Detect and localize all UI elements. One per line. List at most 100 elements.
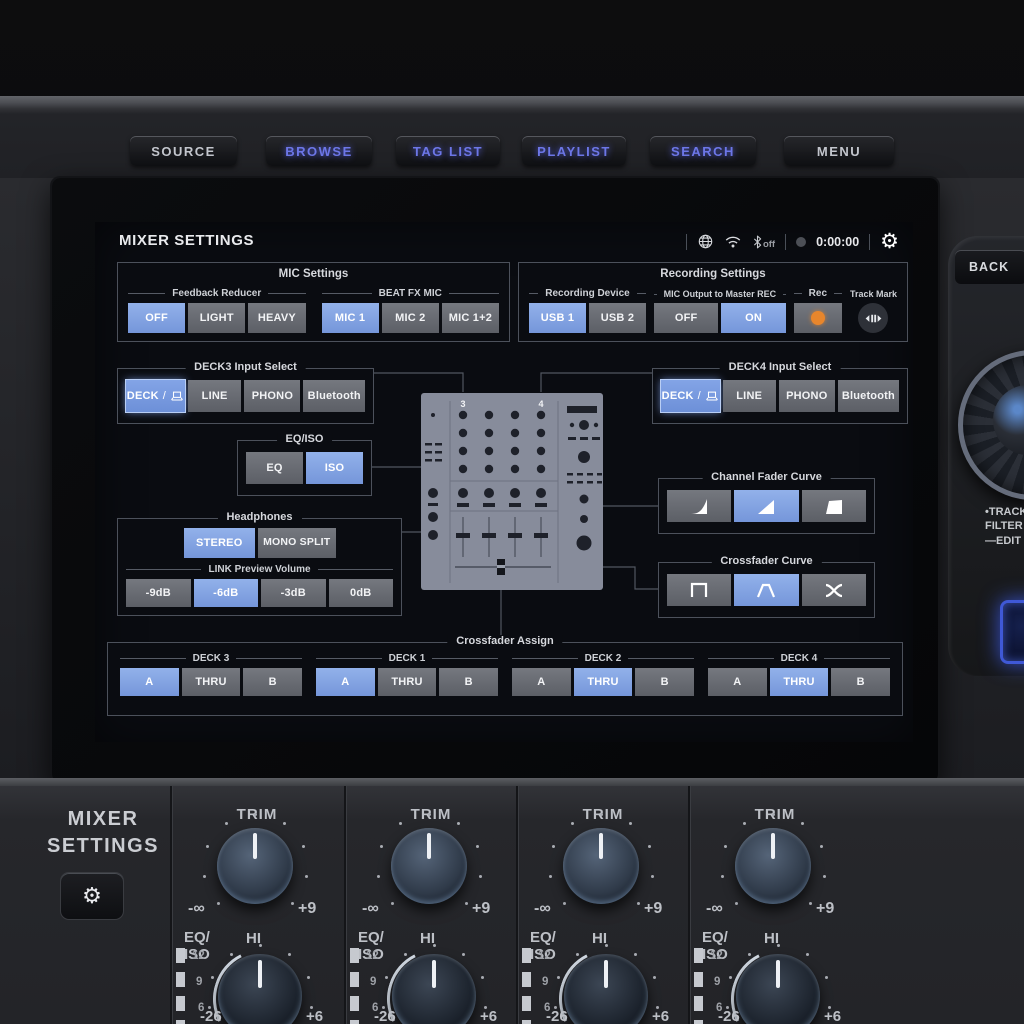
deck3-phono-button[interactable]: PHONO xyxy=(244,380,301,412)
link-vol-0db-button[interactable]: 0dB xyxy=(328,579,393,607)
divider xyxy=(685,233,687,250)
feedback-heavy-button[interactable]: HEAVY xyxy=(248,303,306,333)
fader-curve-fast-button[interactable] xyxy=(801,490,866,522)
back-button[interactable]: BACK xyxy=(955,250,1024,284)
slash: / xyxy=(162,389,167,402)
deck3-bluetooth-button[interactable]: Bluetooth xyxy=(303,380,365,412)
hi-label: HI xyxy=(420,930,435,947)
deck3-deck-button[interactable]: DECK / xyxy=(126,380,185,412)
deck3-line-button[interactable]: LINE xyxy=(187,380,242,412)
source-button[interactable]: SOURCE xyxy=(130,136,237,166)
trim-min-label: -∞ xyxy=(534,900,551,917)
xfader-curve-square-button[interactable] xyxy=(667,574,732,606)
panel-edge xyxy=(0,778,1024,786)
deck3-assign-a-button[interactable]: A xyxy=(120,668,179,696)
panel-title: Headphones xyxy=(217,511,302,523)
deck4-assign-b-button[interactable]: B xyxy=(831,668,891,696)
fader-curve-slow-button[interactable] xyxy=(667,490,732,522)
trim-min-label: -∞ xyxy=(362,900,379,917)
meter-scale-9: 9 xyxy=(714,976,721,988)
group-label: Recording Device xyxy=(529,288,646,299)
hi-label: HI xyxy=(764,930,779,947)
rec-device-usb2-button[interactable]: USB 2 xyxy=(588,303,646,333)
meter-scale-9: 9 xyxy=(542,976,549,988)
link-vol-3db-button[interactable]: -3dB xyxy=(261,579,326,607)
deck2-assign-thru-button[interactable]: THRU xyxy=(573,668,633,696)
linear-curve-icon xyxy=(758,500,775,514)
bluetooth-indicator: off xyxy=(752,234,775,250)
deck1-assign-b-button[interactable]: B xyxy=(439,668,499,696)
feedback-off-button[interactable]: OFF xyxy=(128,303,186,333)
panel-title: MIC Settings xyxy=(278,268,349,280)
group-label: DECK 3 xyxy=(120,653,302,664)
link-vol-9db-button[interactable]: -9dB xyxy=(126,579,191,607)
rec-button[interactable] xyxy=(793,303,842,333)
settings-gear-icon[interactable]: ⚙ xyxy=(880,231,899,252)
trim-knob[interactable] xyxy=(735,828,811,904)
feedback-light-button[interactable]: LIGHT xyxy=(188,303,246,333)
search-button[interactable]: SEARCH xyxy=(650,136,756,166)
xfader-curve-cross-button[interactable] xyxy=(801,574,866,606)
touchscreen: MIXER SETTINGS off 0:00:00 ⚙ MIC Setting… xyxy=(95,222,913,742)
screen-header: MIXER SETTINGS off 0:00:00 ⚙ xyxy=(95,222,913,258)
channel-4-label: 4 xyxy=(538,399,543,409)
panel-title: Channel Fader Curve xyxy=(702,471,831,483)
mono-split-button[interactable]: MONO SPLIT xyxy=(257,528,336,558)
wifi-icon xyxy=(725,236,741,248)
beatfx-mic12-button[interactable]: MIC 1+2 xyxy=(441,303,500,333)
trim-knob[interactable] xyxy=(217,828,293,904)
trim-min-label: -∞ xyxy=(706,900,723,917)
level-meter xyxy=(522,948,531,1024)
meter-scale-12: 12 xyxy=(538,950,551,962)
deck2-assign-a-button[interactable]: A xyxy=(512,668,571,696)
page-title: MIXER SETTINGS xyxy=(119,232,255,249)
deck1-assign-thru-button[interactable]: THRU xyxy=(377,668,437,696)
deck3-assign-b-button[interactable]: B xyxy=(243,668,303,696)
divider xyxy=(785,233,787,250)
crossfader-assign-panel: Crossfader Assign DECK 3 A THRU B DECK 1… xyxy=(107,635,903,716)
hi-label: HI xyxy=(592,930,607,947)
meter-scale-9: 9 xyxy=(370,976,377,988)
xfader-curve-trapezoid-button[interactable] xyxy=(734,574,799,606)
stereo-button[interactable]: STEREO xyxy=(184,528,255,558)
browse-button[interactable]: BROWSE xyxy=(266,136,372,166)
link-vol-6db-button[interactable]: -6dB xyxy=(193,579,258,607)
deck4-assign-thru-button[interactable]: THRU xyxy=(769,668,829,696)
crossfader[interactable] xyxy=(497,559,505,575)
deck4-phono-button[interactable]: PHONO xyxy=(778,380,835,412)
iso-button[interactable]: ISO xyxy=(306,452,363,484)
eq-max-label: +6 xyxy=(306,1008,324,1024)
group-label: Rec xyxy=(793,288,842,299)
fader-curve-linear-button[interactable] xyxy=(734,490,799,522)
trim-max-label: +9 xyxy=(644,900,663,917)
rec-device-usb1-button[interactable]: USB 1 xyxy=(529,303,586,333)
deck4-assign-a-button[interactable]: A xyxy=(708,668,767,696)
deck2-assign-b-button[interactable]: B xyxy=(635,668,695,696)
menu-button[interactable]: MENU xyxy=(784,136,894,166)
beatfx-mic2-button[interactable]: MIC 2 xyxy=(381,303,439,333)
deck3-assign-thru-button[interactable]: THRU xyxy=(181,668,241,696)
fast-curve-icon xyxy=(825,500,842,514)
deck4-deck-button[interactable]: DECK / xyxy=(661,380,720,412)
beatfx-mic1-button[interactable]: MIC 1 xyxy=(321,303,379,333)
crossfader-curve-panel: Crossfader Curve xyxy=(658,555,875,618)
eq-min-label: -26 xyxy=(718,1008,740,1024)
shortcut-glow-button[interactable] xyxy=(1000,600,1024,664)
panel-title: Crossfader Curve xyxy=(711,555,822,567)
mic-to-rec-off-button[interactable]: OFF xyxy=(653,303,719,333)
deck4-line-button[interactable]: LINE xyxy=(722,380,776,412)
mic-to-rec-on-button[interactable]: ON xyxy=(721,303,786,333)
group-label: DECK 1 xyxy=(316,653,498,664)
playlist-button[interactable]: PLAYLIST xyxy=(522,136,626,166)
deck1-assign-a-button[interactable]: A xyxy=(316,668,375,696)
mixer-settings-gear-button[interactable]: ⚙ xyxy=(60,872,124,920)
trim-knob[interactable] xyxy=(391,828,467,904)
eq-button[interactable]: EQ xyxy=(246,452,303,484)
track-mark-button[interactable] xyxy=(858,303,889,333)
trim-max-label: +9 xyxy=(472,900,491,917)
tag-list-button[interactable]: TAG LIST xyxy=(396,136,500,166)
deck4-bluetooth-button[interactable]: Bluetooth xyxy=(837,380,899,412)
rec-timer: 0:00:00 xyxy=(816,234,860,249)
divider xyxy=(869,233,871,250)
trim-knob[interactable] xyxy=(563,828,639,904)
